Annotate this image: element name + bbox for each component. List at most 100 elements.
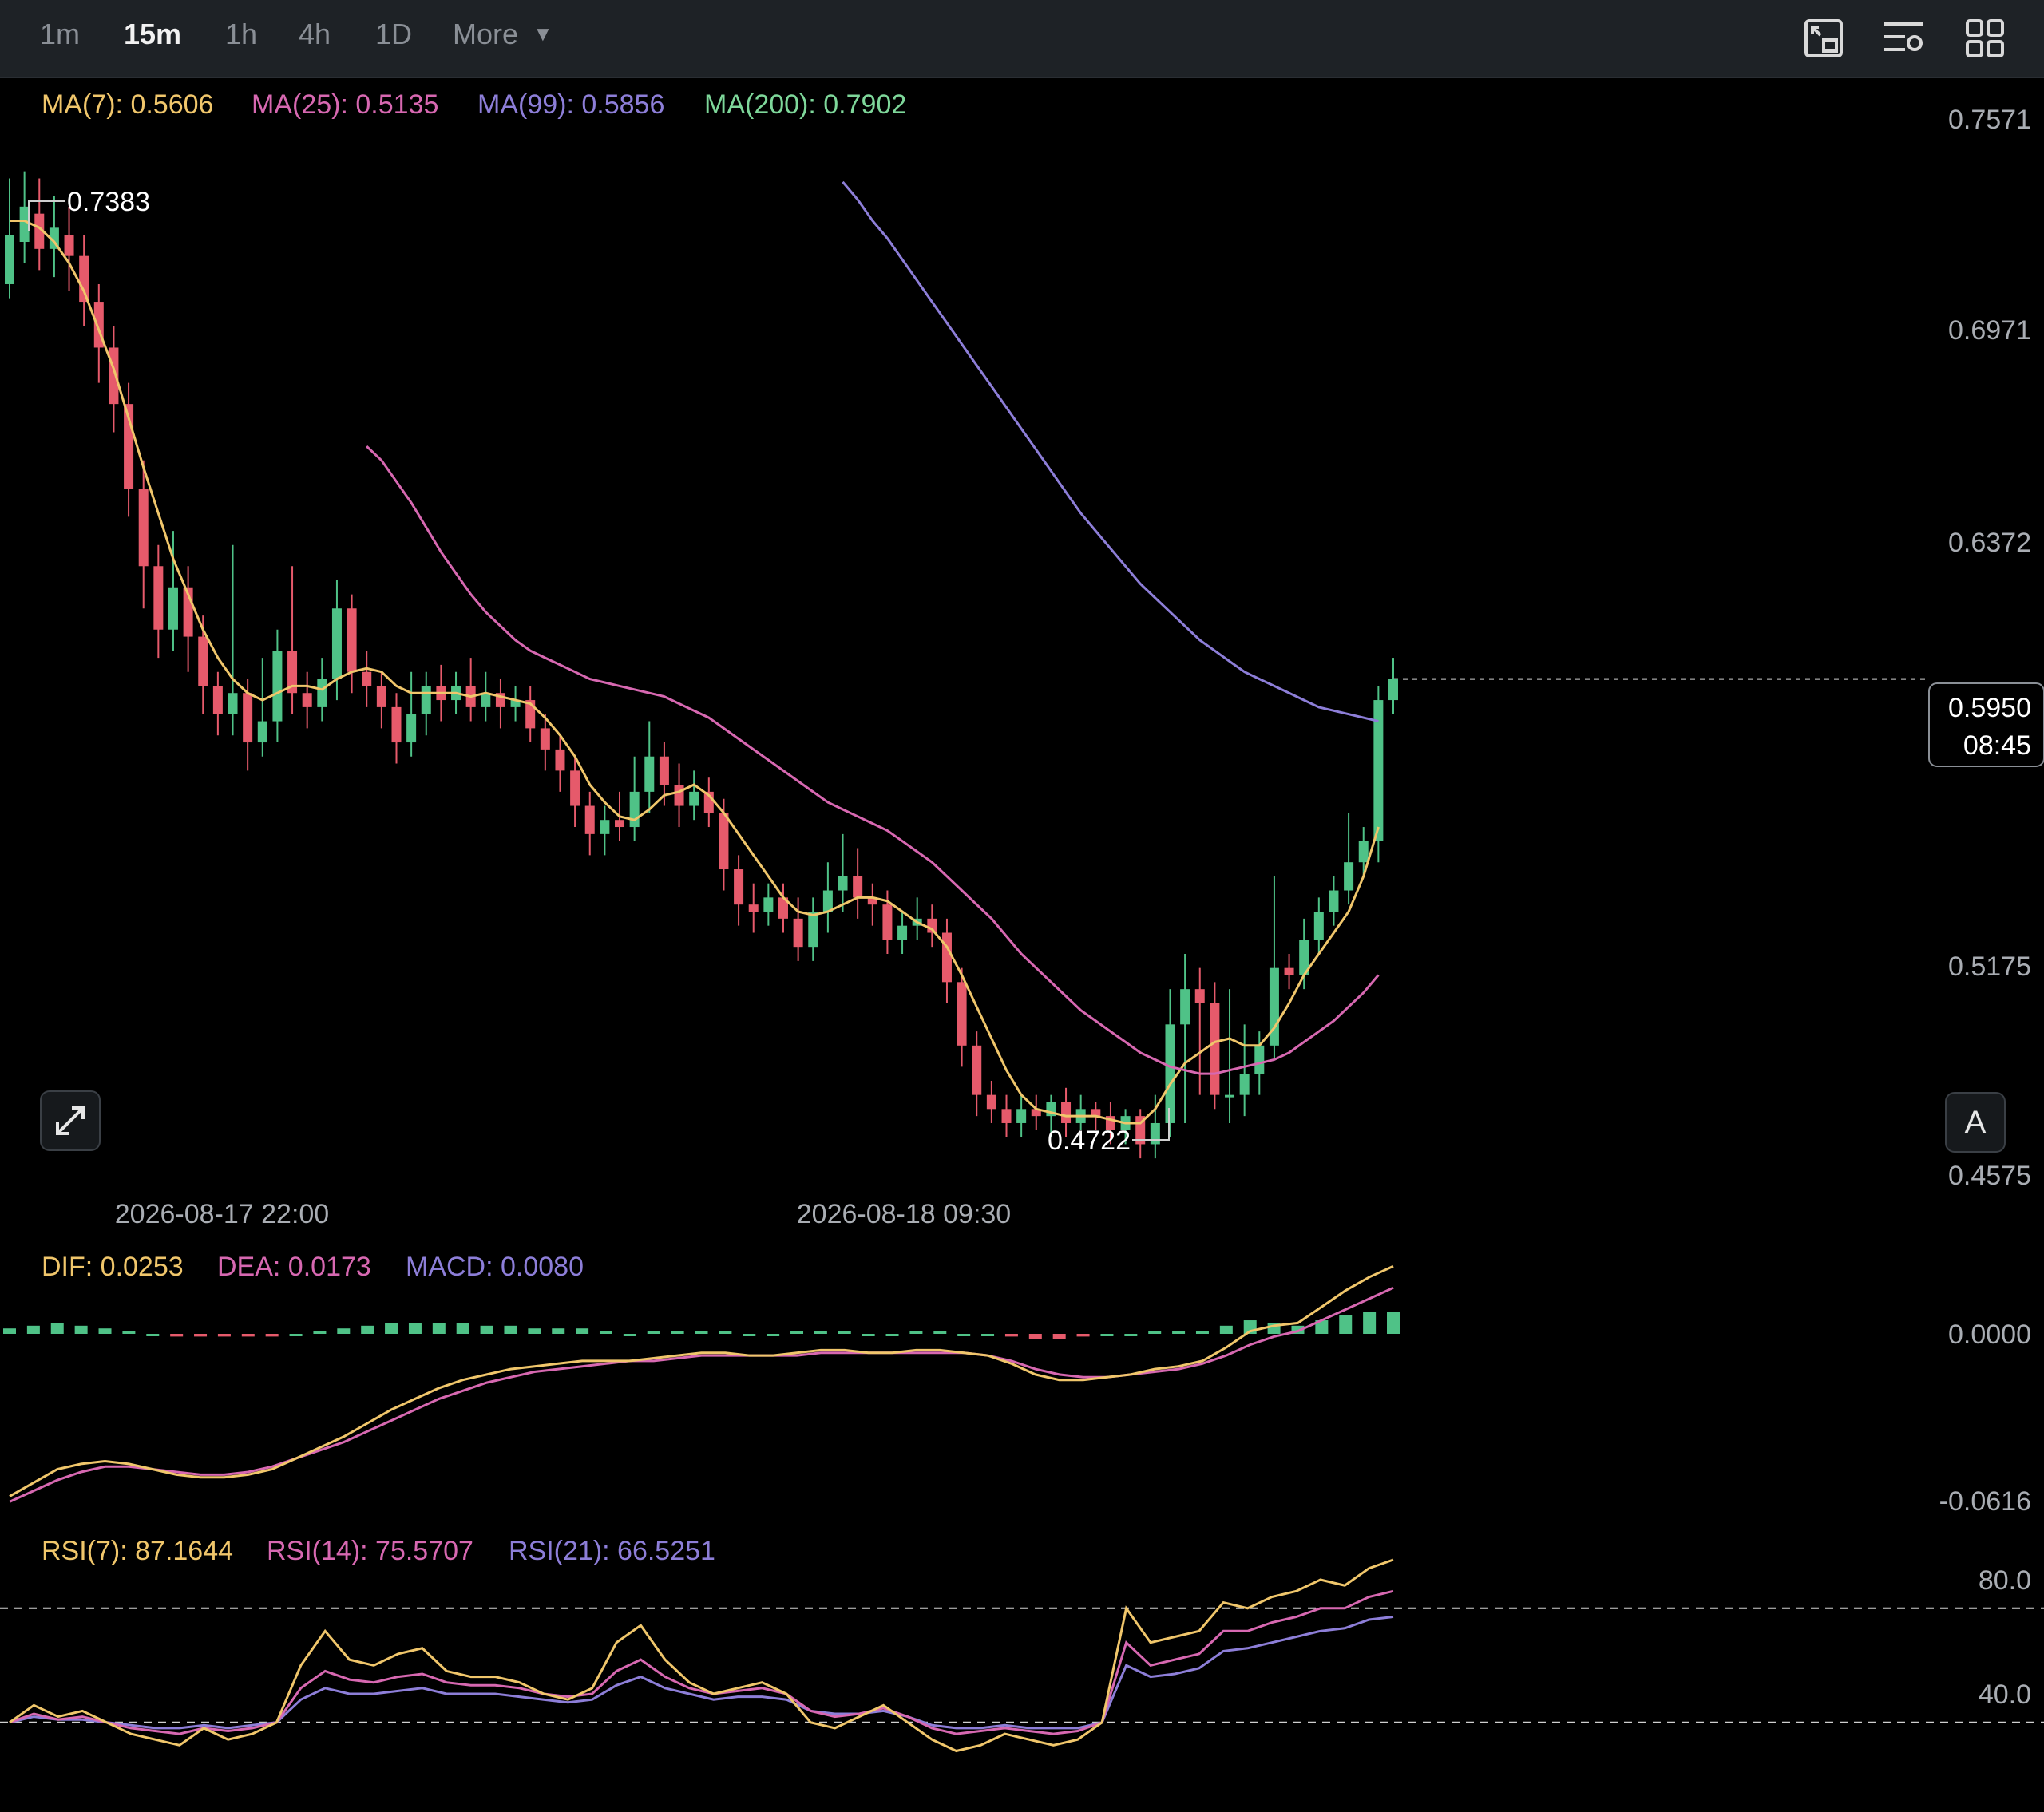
macd-histogram-bar — [838, 1331, 851, 1334]
candle-body — [406, 714, 417, 743]
dea-line — [9, 1286, 1394, 1503]
macd-pane — [3, 1264, 1400, 1503]
expand-chart-button[interactable] — [40, 1090, 101, 1151]
macd-histogram-bar — [933, 1331, 947, 1334]
candlestick-pane — [5, 171, 1929, 1159]
candle-body — [584, 805, 595, 834]
candle-body — [600, 820, 610, 834]
candle-body — [198, 636, 208, 686]
macd-histogram-bar — [814, 1331, 827, 1334]
macd-histogram-bar — [408, 1323, 422, 1334]
candle-body — [674, 785, 684, 806]
macd-histogram-bar — [1052, 1334, 1066, 1339]
macd-histogram-bar — [480, 1325, 493, 1334]
time-tick: 2026-08-18 09:30 — [797, 1199, 1011, 1229]
price-tick: 0.7571 — [1948, 105, 2031, 135]
candle-body — [1225, 1094, 1235, 1098]
more-timeframes-button[interactable]: More ▼ — [453, 18, 553, 51]
candle-body — [19, 206, 30, 242]
candle-body — [421, 686, 431, 714]
rsi-tick: 80.0 — [1979, 1565, 2031, 1596]
ma7-line — [10, 220, 1380, 1125]
timeframe-1d[interactable]: 1D — [375, 18, 412, 51]
countdown-label: 08:45 — [1963, 730, 2031, 761]
candle-body — [957, 982, 967, 1046]
candle-body — [1358, 841, 1369, 863]
autoscale-button[interactable]: A — [1945, 1092, 2006, 1153]
candle-body — [362, 671, 372, 686]
macd-histogram-bar — [456, 1323, 469, 1334]
candle-body — [897, 925, 908, 940]
expand-icon — [56, 1106, 85, 1135]
ma25-legend: MA(25): 0.5135 — [252, 89, 438, 120]
macd-histogram-bar — [3, 1328, 16, 1334]
candle-body — [1239, 1074, 1250, 1095]
timeframe-1m[interactable]: 1m — [40, 18, 80, 51]
candle-body — [793, 918, 803, 948]
candle-body — [1313, 912, 1324, 940]
timeframe-1h[interactable]: 1h — [225, 18, 257, 51]
candle-body — [808, 912, 818, 948]
macd-histogram-bar — [170, 1334, 184, 1337]
macd-histogram-bar — [766, 1334, 780, 1336]
ma99-line — [842, 180, 1379, 723]
candle-body — [719, 813, 729, 870]
candle-body — [986, 1094, 996, 1110]
ma99-legend: MA(99): 0.5856 — [477, 89, 664, 120]
macd-histogram-bar — [1172, 1331, 1186, 1334]
candle-body — [138, 489, 149, 567]
more-label: More — [453, 18, 519, 50]
candle-body — [838, 876, 848, 891]
macd-histogram-bar — [1339, 1315, 1353, 1334]
candle-body — [272, 651, 283, 722]
current-price-tag: 0.5950 08:45 — [1928, 682, 2044, 767]
macd-histogram-bar — [146, 1334, 160, 1336]
chart-type-icon[interactable] — [1801, 16, 1846, 61]
macd-histogram-bar — [1028, 1334, 1042, 1339]
candle-body — [391, 706, 402, 743]
macd-histogram-bar — [647, 1331, 660, 1334]
rsi-pane — [0, 1558, 2044, 1753]
candle-body — [347, 608, 357, 672]
rsi7-legend: RSI(7): 87.1644 — [42, 1536, 233, 1566]
candle-body — [570, 770, 580, 806]
macd-histogram-bar — [671, 1331, 684, 1334]
time-tick: 2026-08-17 22:00 — [115, 1199, 329, 1229]
candle-body — [109, 347, 119, 405]
candle-body — [79, 255, 89, 303]
macd-histogram-bar — [50, 1323, 64, 1334]
rsi-tick: 40.0 — [1979, 1679, 2031, 1710]
candle-body — [1180, 989, 1190, 1025]
candle-body — [853, 876, 863, 898]
macd-histogram-bar — [552, 1328, 565, 1334]
candle-body — [659, 756, 669, 785]
macd-histogram-bar — [695, 1331, 708, 1334]
layout-grid-icon[interactable] — [1963, 16, 2007, 61]
candle-body — [615, 820, 625, 828]
timeframe-15m[interactable]: 15m — [124, 18, 181, 51]
macd-histogram-bar — [909, 1331, 923, 1334]
candle-body — [748, 904, 759, 912]
candle-body — [1165, 1024, 1175, 1123]
price-chart[interactable]: MA(7): 0.5606 MA(25): 0.5135 MA(99): 0.5… — [0, 77, 2044, 1812]
candle-body — [1061, 1102, 1072, 1123]
macd-histogram-bar — [1148, 1331, 1162, 1334]
candle-body — [941, 932, 952, 983]
candle-body — [1016, 1109, 1027, 1123]
macd-histogram-bar — [337, 1328, 351, 1334]
macd-histogram-bar — [241, 1334, 255, 1337]
macd-histogram-bar — [719, 1331, 732, 1334]
macd-histogram-bar — [790, 1331, 804, 1334]
macd-histogram-bar — [313, 1331, 327, 1334]
macd-histogram-bar — [862, 1334, 875, 1336]
macd-histogram-bar — [265, 1334, 279, 1337]
price-tick: 0.6372 — [1948, 528, 2031, 558]
indicator-settings-icon[interactable] — [1881, 16, 1926, 61]
candle-body — [629, 791, 640, 828]
macd-histogram-bar — [217, 1334, 231, 1337]
candle-body — [1284, 967, 1294, 975]
candle-body — [1194, 989, 1205, 1003]
rsi14-line — [9, 1589, 1394, 1735]
timeframe-4h[interactable]: 4h — [299, 18, 331, 51]
dif-line — [9, 1264, 1394, 1497]
